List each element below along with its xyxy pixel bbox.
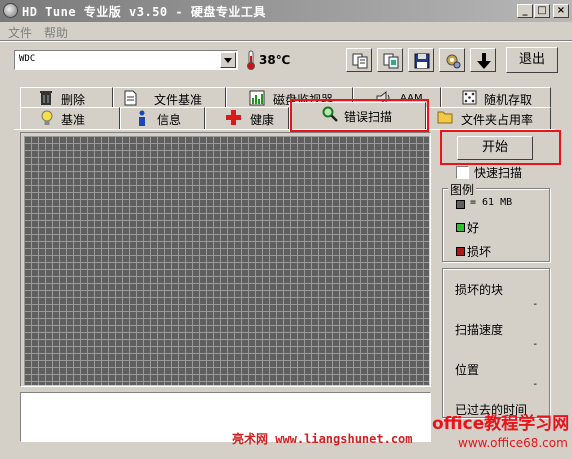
- info-icon: [139, 110, 145, 126]
- drive-select-value: WDC: [19, 54, 36, 64]
- exit-button[interactable]: 退出: [506, 47, 558, 73]
- scan-block-grid: [24, 136, 429, 385]
- quick-scan-checkbox[interactable]: [456, 166, 469, 179]
- copy-image-icon: [383, 53, 399, 69]
- maximize-button[interactable]: □: [534, 4, 550, 18]
- download-button[interactable]: [470, 48, 496, 72]
- trash-icon: [40, 91, 52, 105]
- tab-erase[interactable]: 删除: [20, 87, 113, 107]
- legend-title: 图例: [448, 181, 477, 198]
- file-icon: [124, 90, 137, 106]
- position-label: 位置: [455, 363, 480, 377]
- tab-folder-usage-label: 文件夹占用率: [461, 113, 534, 127]
- quick-scan-label: 快速扫描: [474, 166, 523, 180]
- damaged-blocks-label: 损坏的块: [455, 283, 504, 297]
- damaged-blocks-value: -: [533, 299, 537, 310]
- tab-random-access[interactable]: 随机存取: [441, 87, 551, 107]
- start-button-highlight: [440, 130, 561, 165]
- menu-help[interactable]: 帮助: [44, 24, 68, 41]
- stats-group: 损坏的块 - 扫描速度 - 位置 - 已过去的时间: [442, 268, 550, 418]
- tab-file-benchmark-label: 文件基准: [154, 93, 203, 107]
- scan-grid-panel: [20, 132, 431, 387]
- position-value: -: [533, 379, 537, 390]
- app-icon: [3, 3, 18, 18]
- window-title: HD Tune 专业版 v3.50 - 硬盘专业工具: [22, 5, 266, 19]
- watermark-right-top: office教程学习网: [432, 414, 570, 434]
- close-button[interactable]: ×: [553, 4, 569, 18]
- options-button[interactable]: [439, 48, 465, 72]
- copy-screenshot-button[interactable]: [377, 48, 403, 72]
- legend-good-label: 好: [467, 221, 480, 235]
- legend-bad-swatch: [456, 247, 465, 256]
- title-bar[interactable]: HD Tune 专业版 v3.50 - 硬盘专业工具 _ □ ×: [0, 0, 572, 22]
- tab-benchmark[interactable]: 基准: [20, 107, 120, 129]
- minimize-button[interactable]: _: [517, 4, 533, 18]
- drive-select[interactable]: WDC: [14, 50, 238, 70]
- floppy-disk-icon: [414, 53, 430, 69]
- tab-info-label: 信息: [157, 113, 182, 127]
- menu-file[interactable]: 文件: [8, 24, 32, 41]
- tab-file-benchmark[interactable]: 文件基准: [113, 87, 226, 107]
- tab-health-label: 健康: [250, 113, 275, 127]
- legend-block-swatch: [456, 200, 465, 209]
- thermometer-icon: [247, 50, 255, 70]
- legend-bad-label: 损坏: [467, 245, 492, 259]
- dice-icon: [462, 90, 477, 105]
- watermark-left: 亮术网 www.liangshunet.com: [232, 432, 413, 446]
- arrow-down-icon: [477, 53, 491, 69]
- folder-icon: [437, 111, 453, 124]
- settings-icon: [446, 54, 461, 69]
- lightbulb-icon: [41, 110, 53, 125]
- bar-chart-icon: [249, 90, 265, 106]
- tab-random-access-label: 随机存取: [484, 93, 533, 107]
- chevron-down-icon[interactable]: [220, 52, 236, 68]
- tab-folder-usage[interactable]: 文件夹占用率: [426, 107, 551, 129]
- watermark-right-bottom: www.office68.com: [458, 436, 568, 450]
- legend-good-swatch: [456, 223, 465, 232]
- legend-block-size: = 61 MB: [470, 197, 513, 208]
- menu-bar: 文件 帮助: [0, 22, 572, 40]
- tab-benchmark-label: 基准: [61, 113, 86, 127]
- scan-speed-label: 扫描速度: [455, 323, 504, 337]
- tab-health[interactable]: 健康: [205, 107, 289, 129]
- menu-divider-light: [0, 41, 572, 42]
- save-button[interactable]: [408, 48, 434, 72]
- active-tab-highlight: [290, 99, 429, 132]
- red-cross-icon: [226, 110, 241, 125]
- tab-info[interactable]: 信息: [120, 107, 205, 129]
- copy-text-button[interactable]: [346, 48, 372, 72]
- copy-icon: [352, 53, 368, 69]
- scan-speed-value: -: [533, 339, 537, 350]
- temperature-readout: 38℃: [259, 53, 291, 67]
- tab-erase-label: 删除: [61, 93, 86, 107]
